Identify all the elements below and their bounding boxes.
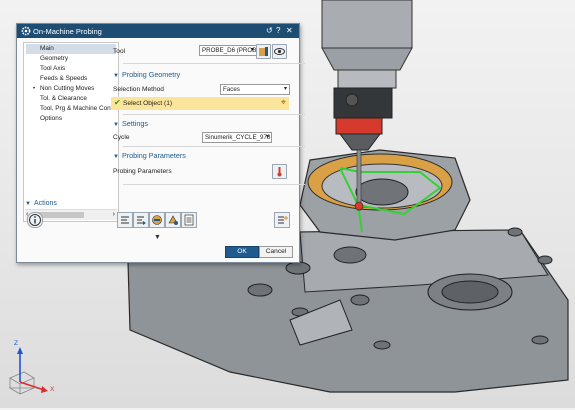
ok-button[interactable]: OK — [225, 246, 259, 258]
nav-label: Feeds & Speeds — [40, 75, 88, 82]
nav-item-main[interactable]: Main — [26, 44, 116, 54]
chevron-down-icon: ▾ — [250, 47, 254, 53]
chevron-down-icon: ▾ — [265, 134, 269, 140]
settings-title: Settings — [121, 119, 148, 128]
info-button[interactable] — [27, 212, 43, 228]
verify-button[interactable] — [149, 212, 165, 228]
selection-method-select[interactable]: Faces ▾ — [220, 84, 290, 95]
dialog-titlebar[interactable]: On-Machine Probing ↺ ? ✕ — [17, 24, 299, 38]
dialog-title: On-Machine Probing — [33, 27, 102, 36]
selection-method-value: Faces — [223, 86, 240, 93]
nav-label: Geometry — [40, 55, 69, 62]
nav-item-tool-axis[interactable]: Tool Axis — [26, 64, 116, 74]
tool-display-button[interactable] — [272, 44, 287, 59]
crosshair-icon[interactable]: ⌖ — [281, 97, 286, 108]
collapse-triangle-icon: ▼ — [25, 201, 31, 207]
add-action-button[interactable] — [274, 212, 290, 228]
collapse-triangle-icon: ▼ — [113, 154, 119, 160]
settings-header[interactable]: ▼ Settings — [113, 119, 148, 128]
select-object-row[interactable]: ✔ Select Object (1) ⌖ — [111, 97, 289, 110]
nav-label: Options — [40, 115, 63, 122]
list-icon — [184, 214, 194, 226]
coordinate-triad: Z X — [4, 340, 64, 402]
on-machine-probing-dialog: On-Machine Probing ↺ ? ✕ Main Geometry T… — [16, 23, 305, 263]
tool-library-icon — [259, 47, 268, 56]
chevron-down-icon: ▾ — [283, 86, 287, 92]
add-list-icon — [278, 216, 288, 224]
nav-item-geometry[interactable]: Geometry — [26, 54, 116, 64]
collapse-triangle-icon: ▼ — [113, 73, 119, 79]
verify-icon — [152, 215, 162, 225]
info-icon — [29, 214, 41, 226]
nav-item-feeds-speeds[interactable]: Feeds & Speeds — [26, 74, 116, 84]
collapse-triangle-icon: ▼ — [113, 122, 119, 128]
cycle-value: Sinumerik_CYCLE_978 — [205, 134, 271, 141]
generate-button[interactable] — [117, 212, 133, 228]
triad-z-label: Z — [14, 340, 18, 347]
simulate-icon — [168, 215, 178, 225]
probing-geometry-header[interactable]: ▼ Probing Geometry — [113, 70, 180, 79]
actions-header[interactable]: ▼ Actions — [25, 200, 57, 207]
bore — [355, 178, 409, 206]
tool-select[interactable]: PROBE_D6 (PROB ▾ — [199, 45, 257, 56]
triad-x-label: X — [50, 386, 55, 393]
list-button[interactable] — [181, 212, 197, 228]
simulate-button[interactable] — [165, 212, 181, 228]
probing-parameters-title: Probing Parameters — [121, 151, 186, 160]
probing-parameters-header[interactable]: ▼ Probing Parameters — [113, 151, 186, 160]
replay-icon — [137, 216, 146, 225]
nav-item-non-cutting-moves[interactable]: • Non Cutting Moves — [26, 84, 116, 94]
cancel-button[interactable]: Cancel — [259, 246, 293, 258]
nav-item-tool-prg-machine[interactable]: Tool, Prg & Machine Contr — [26, 104, 116, 114]
actions-title: Actions — [33, 200, 57, 207]
tool-library-button[interactable] — [256, 44, 271, 59]
dialog-nav-list: Main Geometry Tool Axis Feeds & Speeds •… — [23, 42, 119, 222]
nav-label: Non Cutting Moves — [40, 85, 95, 92]
tool-select-value: PROBE_D6 (PROB — [202, 47, 257, 54]
thermometer-icon — [277, 167, 282, 177]
section-divider — [123, 114, 305, 115]
check-icon: ✔ — [114, 98, 121, 107]
nav-item-options[interactable]: Options — [26, 114, 116, 124]
tool-label: Tool — [113, 48, 126, 55]
eye-icon — [274, 48, 285, 55]
probing-geometry-title: Probing Geometry — [121, 70, 181, 79]
nav-label: Main — [40, 45, 54, 52]
probing-parameters-label: Probing Parameters — [113, 168, 172, 175]
bullet-icon: • — [33, 86, 36, 92]
triad-icon — [8, 347, 48, 395]
probing-parameters-button[interactable] — [272, 164, 287, 179]
help-icon[interactable]: ? — [276, 26, 280, 36]
generate-icon — [121, 216, 129, 224]
selection-method-label: Selection Method — [113, 86, 164, 93]
section-divider — [123, 146, 305, 147]
gear-icon — [21, 26, 31, 36]
scroll-right-icon[interactable]: › — [113, 211, 115, 218]
nav-label: Tool Axis — [40, 65, 66, 72]
cycle-label: Cycle — [113, 134, 130, 141]
close-icon[interactable]: ✕ — [286, 26, 293, 36]
section-divider — [123, 63, 305, 64]
nav-label: Tool, Prg & Machine Contr — [40, 105, 115, 112]
expand-dialog-icon[interactable]: ▼ — [154, 234, 161, 241]
reset-icon[interactable]: ↺ — [266, 26, 273, 36]
replay-button[interactable] — [133, 212, 149, 228]
nav-label: Tol. & Clearance — [40, 95, 87, 102]
section-divider — [123, 184, 305, 185]
select-object-label: Select Object (1) — [123, 100, 173, 107]
nav-item-tol-clearance[interactable]: Tol. & Clearance — [26, 94, 116, 104]
cycle-select[interactable]: Sinumerik_CYCLE_978 ▾ — [202, 132, 272, 143]
